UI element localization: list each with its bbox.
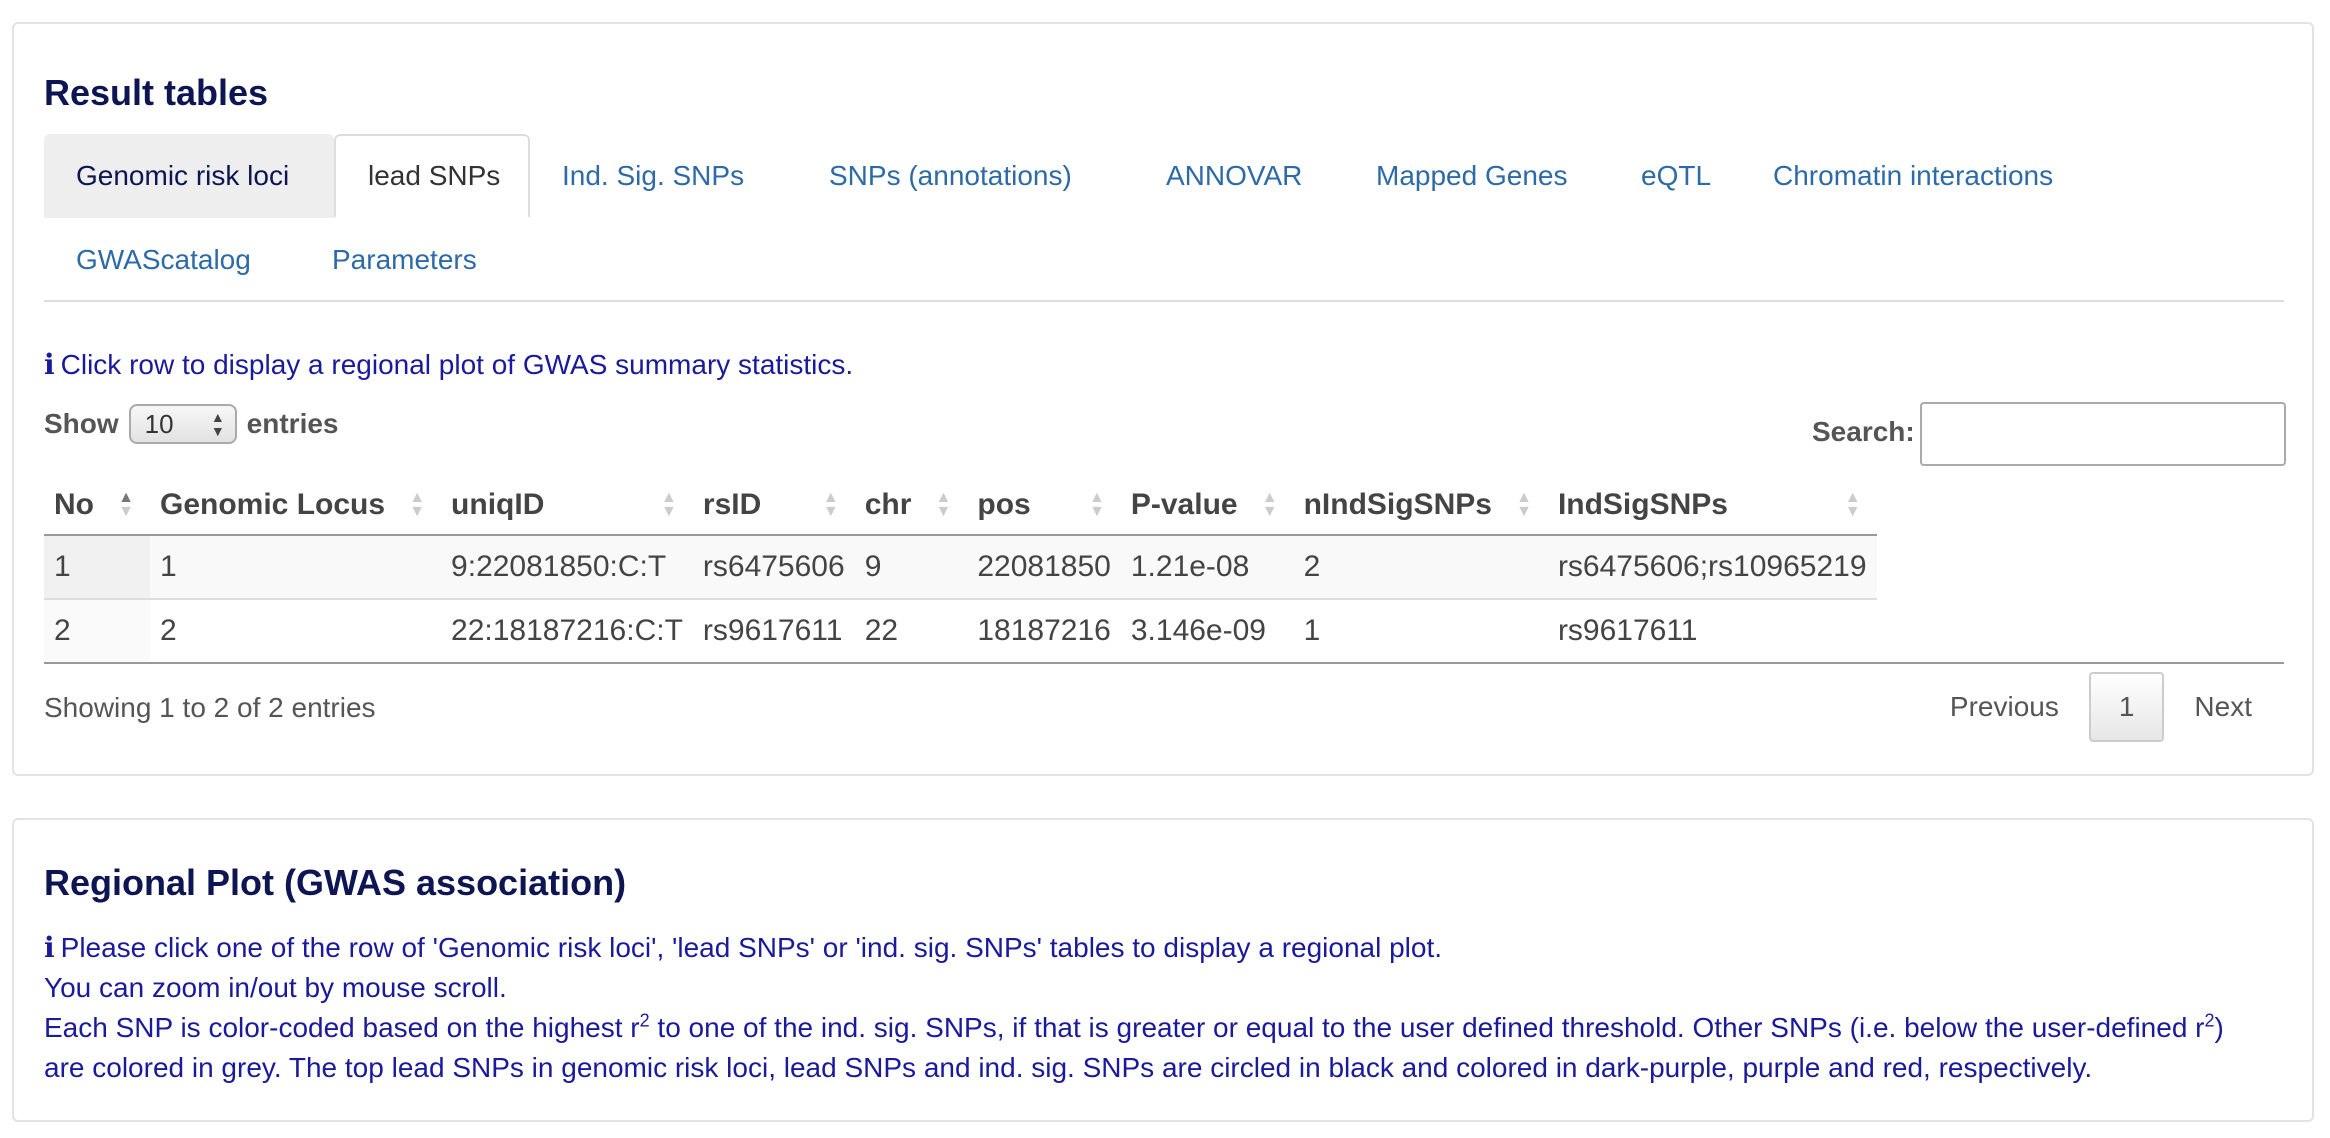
column-header-genomic-locus[interactable]: Genomic Locus ▲ ▼: [150, 476, 442, 536]
previous-button[interactable]: Previous: [1920, 672, 2089, 742]
table-row[interactable]: 1 1 9:22081850:C:T rs6475606 9 22081850 …: [44, 535, 1877, 600]
info-icon: i: [44, 931, 55, 964]
cell-indsigsnps: rs9617611: [1547, 599, 1877, 664]
info-text: Click row to display a regional plot of …: [60, 349, 854, 380]
cell-nindsigsnps: 2: [1293, 535, 1548, 600]
entries-select-value: 10: [144, 409, 174, 439]
tab-ind-sig-snps[interactable]: Ind. Sig. SNPs: [530, 134, 776, 218]
column-header-rsid[interactable]: rsID ▲ ▼: [692, 476, 855, 536]
search-label: Search:: [1812, 416, 1915, 447]
column-header-uniqid[interactable]: uniqID ▲ ▼: [441, 476, 693, 536]
showing-entries-info: Showing 1 to 2 of 2 entries: [44, 692, 376, 723]
cell-rsid: rs9617611: [692, 599, 855, 664]
table-row[interactable]: 2 2 22:18187216:C:T rs9617611 22 1818721…: [44, 599, 1877, 664]
tab-chromatin-interactions[interactable]: Chromatin interactions: [1741, 134, 2085, 218]
column-header-no[interactable]: No ▲ ▼: [44, 476, 150, 536]
sort-icon: ▲ ▼: [1516, 489, 1532, 520]
regional-plot-panel: Regional Plot (GWAS association) i Please…: [12, 818, 2314, 1122]
entries-label: entries: [246, 408, 339, 439]
cell-uniqid: 9:22081850:C:T: [441, 535, 693, 600]
cell-chr: 22: [854, 599, 968, 664]
table-header-row: No ▲ ▼ Genomic Locus ▲ ▼ uniqID ▲ ▼ rsID ▲ ▼ chr…: [44, 476, 1877, 536]
sort-icon: ▲ ▼: [1089, 489, 1105, 520]
select-arrows-icon: ▲ ▼: [210, 409, 225, 439]
cell-pos: 18187216: [967, 599, 1121, 664]
column-header-nindsigsnps[interactable]: nIndSigSNPs ▲ ▼: [1293, 476, 1548, 536]
entries-select[interactable]: 10 ▲ ▼: [128, 404, 237, 444]
cell-genomic-locus: 1: [150, 535, 442, 600]
result-tables-panel: Result tables Genomic risk loci lead SNP…: [12, 22, 2314, 776]
lead-snps-table: No ▲ ▼ Genomic Locus ▲ ▼ uniqID ▲ ▼ rsID ▲ ▼ chr…: [44, 476, 1877, 664]
tab-lead-snps[interactable]: lead SNPs: [334, 134, 530, 218]
result-tables-title: Result tables: [44, 72, 269, 113]
sort-asc-icon: ▲ ▼: [118, 489, 134, 520]
tab-eqtl[interactable]: eQTL: [1609, 134, 1743, 218]
sort-icon: ▲ ▼: [822, 489, 839, 520]
cell-genomic-locus: 2: [150, 599, 442, 664]
sort-icon: ▲ ▼: [1844, 489, 1861, 520]
regional-info-line: i Please click one of the row of 'Genomic…: [44, 928, 2294, 968]
sort-icon: ▲ ▼: [409, 489, 426, 520]
info-icon: i: [44, 348, 55, 381]
cell-rsid: rs6475606: [692, 535, 855, 600]
tab-divider: [44, 300, 2284, 302]
search-input[interactable]: [1920, 402, 2286, 466]
tab-genomic-risk-loci[interactable]: Genomic risk loci: [44, 134, 334, 218]
tab-mapped-genes[interactable]: Mapped Genes: [1344, 134, 1599, 218]
column-header-indsigsnps[interactable]: IndSigSNPs ▲ ▼: [1547, 476, 1877, 536]
show-label: Show: [44, 408, 119, 439]
result-tabs: Genomic risk loci lead SNPs Ind. Sig. SN…: [44, 134, 2284, 324]
regional-instruction-text: Please click one of the row of 'Genomic …: [60, 932, 1443, 963]
color-coding-text: Each SNP is color-coded based on the hig…: [44, 1010, 2224, 1043]
click-row-info: i Click row to display a regional plot of…: [44, 348, 853, 381]
regional-plot-title: Regional Plot (GWAS association): [44, 862, 627, 903]
grey-snps-text: are colored in grey. The top lead SNPs i…: [44, 1052, 2093, 1083]
tab-snps-annotations[interactable]: SNPs (annotations): [797, 134, 1104, 218]
column-header-chr[interactable]: chr ▲ ▼: [854, 476, 968, 536]
pagination: Previous 1 Next: [1920, 672, 2282, 742]
cell-no: 1: [44, 535, 150, 600]
zoom-hint-text: You can zoom in/out by mouse scroll.: [44, 972, 507, 1003]
column-header-pos[interactable]: pos ▲ ▼: [967, 476, 1121, 536]
cell-p-value: 1.21e-08: [1120, 535, 1294, 600]
show-entries-control: Show 10 ▲ ▼ entries: [44, 404, 339, 444]
sort-icon: ▲ ▼: [1261, 489, 1278, 520]
cell-uniqid: 22:18187216:C:T: [441, 599, 693, 664]
sort-icon: ▲ ▼: [935, 489, 952, 520]
cell-nindsigsnps: 1: [1293, 599, 1548, 664]
tab-annovar[interactable]: ANNOVAR: [1134, 134, 1334, 218]
cell-pos: 22081850: [967, 535, 1121, 600]
sort-icon: ▲ ▼: [661, 489, 677, 520]
regional-plot-description: i Please click one of the row of 'Genomic…: [44, 928, 2294, 1088]
column-header-p-value[interactable]: P-value ▲ ▼: [1120, 476, 1294, 536]
tab-gwascatalog[interactable]: GWAScatalog: [44, 218, 283, 302]
page-1-button[interactable]: 1: [2088, 672, 2165, 742]
table-bottom-border: [44, 662, 2284, 664]
next-button[interactable]: Next: [2164, 672, 2282, 742]
cell-chr: 9: [854, 535, 968, 600]
cell-no: 2: [44, 599, 150, 664]
cell-p-value: 3.146e-09: [1120, 599, 1294, 664]
tab-parameters[interactable]: Parameters: [300, 218, 509, 302]
cell-indsigsnps: rs6475606;rs10965219: [1547, 535, 1877, 600]
